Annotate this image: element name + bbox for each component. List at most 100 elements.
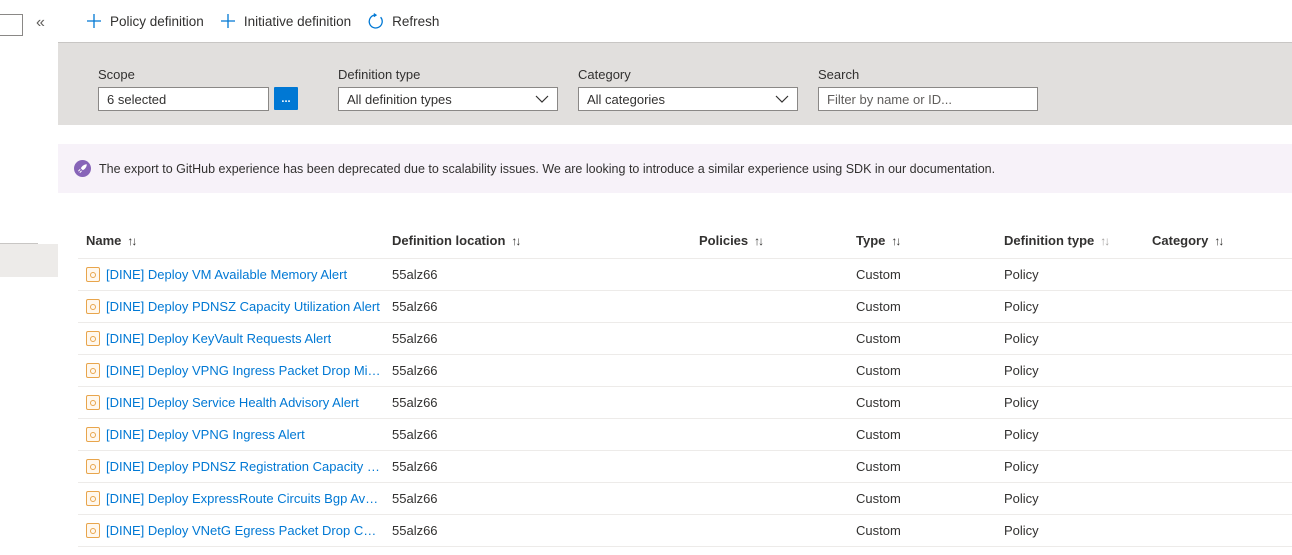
banner-message: The export to GitHub experience has been… <box>99 161 996 176</box>
refresh-label: Refresh <box>392 13 440 29</box>
scope-value: 6 selected <box>107 91 167 107</box>
policy-definition-icon <box>86 459 100 474</box>
table-row[interactable]: [DINE] Deploy VM Available Memory Alert 5… <box>78 259 1292 291</box>
type-cell: Custom <box>856 395 901 410</box>
definition-type-cell: Policy <box>1004 363 1039 378</box>
definition-location-cell: 55alz66 <box>392 267 438 282</box>
policy-definition-icon <box>86 299 100 314</box>
column-header-definition-location[interactable]: Definition location ↑↓ <box>392 233 521 248</box>
column-header-definition-type[interactable]: Definition type ↑↓ <box>1004 233 1110 248</box>
refresh-button[interactable]: Refresh <box>359 5 447 37</box>
name-cell: [DINE] Deploy ExpressRoute Circuits Bgp … <box>86 491 382 506</box>
definition-location-cell: 55alz66 <box>392 299 438 314</box>
column-header-category[interactable]: Category ↑↓ <box>1152 233 1224 248</box>
sort-icon: ↑↓ <box>1100 233 1110 248</box>
type-cell: Custom <box>856 363 901 378</box>
definition-location-cell: 55alz66 <box>392 459 438 474</box>
table-row[interactable]: [DINE] Deploy VNetG Egress Packet Drop C… <box>78 515 1292 547</box>
rocket-icon <box>74 160 91 177</box>
type-cell: Custom <box>856 491 901 506</box>
plus-icon <box>87 14 101 28</box>
scope-field[interactable]: 6 selected <box>98 87 269 111</box>
policy-name-link[interactable]: [DINE] Deploy VPNG Ingress Alert <box>106 427 305 442</box>
definition-location-cell: 55alz66 <box>392 395 438 410</box>
definition-type-cell: Policy <box>1004 491 1039 506</box>
search-input[interactable]: Filter by name or ID... <box>818 87 1038 111</box>
policy-definition-icon <box>86 267 100 282</box>
plus-icon <box>220 14 235 28</box>
type-cell: Custom <box>856 299 901 314</box>
type-cell: Custom <box>856 267 901 282</box>
policy-definition-icon <box>86 331 100 346</box>
definition-location-cell: 55alz66 <box>392 491 438 506</box>
scope-label: Scope <box>98 67 135 82</box>
search-placeholder: Filter by name or ID... <box>827 91 952 107</box>
definition-location-cell: 55alz66 <box>392 523 438 538</box>
policy-name-link[interactable]: [DINE] Deploy Service Health Advisory Al… <box>106 395 359 410</box>
policy-definition-icon <box>86 395 100 410</box>
definition-type-cell: Policy <box>1004 459 1039 474</box>
policy-name-link[interactable]: [DINE] Deploy VPNG Ingress Packet Drop M… <box>106 363 382 378</box>
resource-filter-box[interactable] <box>0 14 23 36</box>
policy-definition-label: Policy definition <box>110 13 204 29</box>
category-value: All categories <box>587 91 666 107</box>
sort-icon: ↑↓ <box>511 233 521 248</box>
definition-location-cell: 55alz66 <box>392 427 438 442</box>
table-row[interactable]: [DINE] Deploy KeyVault Requests Alert 55a… <box>78 323 1292 355</box>
type-cell: Custom <box>856 459 901 474</box>
type-cell: Custom <box>856 331 901 346</box>
name-cell: [DINE] Deploy VPNG Ingress Packet Drop M… <box>86 363 382 378</box>
column-header-name[interactable]: Name ↑↓ <box>86 233 137 248</box>
policy-definition-icon <box>86 523 100 538</box>
chevron-down-icon <box>775 95 789 103</box>
definition-type-cell: Policy <box>1004 395 1039 410</box>
policy-name-link[interactable]: [DINE] Deploy PDNSZ Capacity Utilization… <box>106 299 380 314</box>
definition-type-cell: Policy <box>1004 267 1039 282</box>
policy-name-link[interactable]: [DINE] Deploy VNetG Egress Packet Drop C… <box>106 523 382 538</box>
filter-bar: Scope 6 selected ... Definition type All… <box>58 42 1292 125</box>
scope-picker-button[interactable]: ... <box>274 87 298 110</box>
table-row[interactable]: [DINE] Deploy Service Health Advisory Al… <box>78 387 1292 419</box>
name-cell: [DINE] Deploy PDNSZ Registration Capacit… <box>86 459 382 474</box>
name-cell: [DINE] Deploy VPNG Ingress Alert <box>86 427 305 442</box>
definition-type-cell: Policy <box>1004 331 1039 346</box>
definition-type-cell: Policy <box>1004 523 1039 538</box>
table-row[interactable]: [DINE] Deploy PDNSZ Registration Capacit… <box>78 451 1292 483</box>
name-cell: [DINE] Deploy VM Available Memory Alert <box>86 267 347 282</box>
definitions-table: Name ↑↓ Definition location ↑↓ Policies ↑↓ … <box>78 224 1292 547</box>
column-header-type[interactable]: Type ↑↓ <box>856 233 901 248</box>
table-row[interactable]: [DINE] Deploy VPNG Ingress Alert 55alz66 C… <box>78 419 1292 451</box>
sort-icon: ↑↓ <box>1214 233 1224 248</box>
sort-icon: ↑↓ <box>754 233 764 248</box>
policy-name-link[interactable]: [DINE] Deploy VM Available Memory Alert <box>106 267 347 282</box>
column-header-policies[interactable]: Policies ↑↓ <box>699 233 764 248</box>
policy-definition-icon <box>86 427 100 442</box>
policy-name-link[interactable]: [DINE] Deploy ExpressRoute Circuits Bgp … <box>106 491 382 506</box>
nav-selected-item[interactable] <box>0 244 58 277</box>
name-cell: [DINE] Deploy KeyVault Requests Alert <box>86 331 331 346</box>
policy-name-link[interactable]: [DINE] Deploy PDNSZ Registration Capacit… <box>106 459 382 474</box>
table-row[interactable]: [DINE] Deploy PDNSZ Capacity Utilization… <box>78 291 1292 323</box>
refresh-icon <box>368 12 383 29</box>
type-cell: Custom <box>856 427 901 442</box>
policy-definition-icon <box>86 491 100 506</box>
definition-type-value: All definition types <box>347 91 452 107</box>
add-initiative-definition-button[interactable]: Initiative definition <box>212 5 359 37</box>
definition-type-cell: Policy <box>1004 427 1039 442</box>
table-row[interactable]: [DINE] Deploy VPNG Ingress Packet Drop M… <box>78 355 1292 387</box>
definition-type-label: Definition type <box>338 67 421 82</box>
definition-type-cell: Policy <box>1004 299 1039 314</box>
initiative-definition-label: Initiative definition <box>243 13 352 29</box>
collapse-menu-icon[interactable]: « <box>36 15 45 31</box>
definition-type-dropdown[interactable]: All definition types <box>338 87 558 111</box>
policy-definition-icon <box>86 363 100 378</box>
table-body: [DINE] Deploy VM Available Memory Alert 5… <box>78 259 1292 547</box>
category-label: Category <box>578 67 631 82</box>
name-cell: [DINE] Deploy Service Health Advisory Al… <box>86 395 359 410</box>
category-dropdown[interactable]: All categories <box>578 87 798 111</box>
command-bar: Policy definition Initiative definition … <box>78 0 447 42</box>
add-policy-definition-button[interactable]: Policy definition <box>78 5 212 37</box>
table-header: Name ↑↓ Definition location ↑↓ Policies ↑↓ … <box>78 224 1292 259</box>
policy-name-link[interactable]: [DINE] Deploy KeyVault Requests Alert <box>106 331 331 346</box>
table-row[interactable]: [DINE] Deploy ExpressRoute Circuits Bgp … <box>78 483 1292 515</box>
